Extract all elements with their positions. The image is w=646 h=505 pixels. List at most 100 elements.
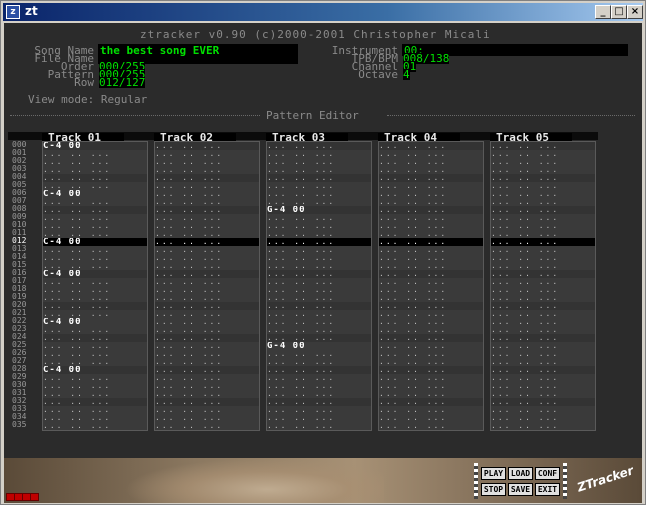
- pattern-cell[interactable]: ... .. ...: [267, 278, 371, 286]
- pattern-cell[interactable]: ... .. ...: [43, 198, 147, 206]
- pattern-cell[interactable]: ... .. ...: [155, 398, 259, 406]
- pattern-cell[interactable]: ... .. ...: [43, 382, 147, 390]
- pattern-cell[interactable]: ... .. ...: [491, 246, 595, 254]
- pattern-cell[interactable]: ... .. ...: [379, 166, 483, 174]
- pattern-cell[interactable]: ... .. ...: [43, 150, 147, 158]
- track-column-4[interactable]: ... .. ...... .. ...... .. ...... .. ...…: [378, 141, 484, 431]
- conf-button[interactable]: CONF: [535, 467, 560, 480]
- pattern-cell[interactable]: ... .. ...: [379, 286, 483, 294]
- pattern-cell[interactable]: ... .. ...: [379, 422, 483, 430]
- pattern-cell[interactable]: ... .. ...: [379, 350, 483, 358]
- pattern-cell[interactable]: ... .. ...: [155, 182, 259, 190]
- pattern-cell[interactable]: C-4 00: [43, 238, 147, 246]
- pattern-cell[interactable]: ... .. ...: [267, 198, 371, 206]
- pattern-cell[interactable]: ... .. ...: [155, 382, 259, 390]
- pattern-cell[interactable]: ... .. ...: [491, 166, 595, 174]
- pattern-cell[interactable]: ... .. ...: [491, 238, 595, 246]
- pattern-cell[interactable]: ... .. ...: [379, 358, 483, 366]
- pattern-cell[interactable]: ... .. ...: [43, 230, 147, 238]
- pattern-cell[interactable]: ... .. ...: [267, 270, 371, 278]
- pattern-cell[interactable]: ... .. ...: [379, 326, 483, 334]
- pattern-cell[interactable]: ... .. ...: [43, 206, 147, 214]
- pattern-cell[interactable]: ... .. ...: [379, 302, 483, 310]
- octave-value[interactable]: 4: [403, 69, 410, 80]
- pattern-cell[interactable]: ... .. ...: [491, 150, 595, 158]
- pattern-cell[interactable]: ... .. ...: [43, 414, 147, 422]
- pattern-cell[interactable]: ... .. ...: [155, 390, 259, 398]
- pattern-cell[interactable]: C-4 00: [43, 142, 147, 150]
- pattern-cell[interactable]: ... .. ...: [379, 158, 483, 166]
- pattern-cell[interactable]: ... .. ...: [43, 262, 147, 270]
- pattern-cell[interactable]: ... .. ...: [267, 238, 371, 246]
- pattern-cell[interactable]: ... .. ...: [155, 310, 259, 318]
- pattern-cell[interactable]: ... .. ...: [267, 150, 371, 158]
- pattern-cell[interactable]: ... .. ...: [267, 350, 371, 358]
- pattern-cell[interactable]: ... .. ...: [267, 302, 371, 310]
- pattern-cell[interactable]: ... .. ...: [267, 334, 371, 342]
- pattern-cell[interactable]: ... .. ...: [267, 310, 371, 318]
- pattern-cell[interactable]: ... .. ...: [379, 150, 483, 158]
- close-button[interactable]: ×: [627, 5, 643, 19]
- pattern-cell[interactable]: ... .. ...: [491, 294, 595, 302]
- pattern-cell[interactable]: ... .. ...: [155, 262, 259, 270]
- pattern-cell[interactable]: ... .. ...: [43, 342, 147, 350]
- track-column-5[interactable]: ... .. ...... .. ...... .. ...... .. ...…: [490, 141, 596, 431]
- pattern-cell[interactable]: ... .. ...: [379, 374, 483, 382]
- pattern-cell[interactable]: ... .. ...: [155, 366, 259, 374]
- title-bar[interactable]: z zt _ □ ×: [3, 3, 643, 21]
- pattern-cell[interactable]: ... .. ...: [491, 350, 595, 358]
- pattern-cell[interactable]: ... .. ...: [379, 246, 483, 254]
- pattern-cell[interactable]: ... .. ...: [491, 198, 595, 206]
- pattern-cell[interactable]: ... .. ...: [491, 254, 595, 262]
- track-column-3[interactable]: ... .. ...... .. ...... .. ...... .. ...…: [266, 141, 372, 431]
- pattern-cell[interactable]: C-4 00: [43, 190, 147, 198]
- pattern-cell[interactable]: ... .. ...: [267, 230, 371, 238]
- pattern-cell[interactable]: ... .. ...: [491, 334, 595, 342]
- load-button[interactable]: LOAD: [508, 467, 533, 480]
- pattern-cell[interactable]: ... .. ...: [379, 174, 483, 182]
- pattern-cell[interactable]: ... .. ...: [267, 182, 371, 190]
- pattern-cell[interactable]: ... .. ...: [267, 190, 371, 198]
- pattern-cell[interactable]: C-4 00: [43, 270, 147, 278]
- pattern-cell[interactable]: ... .. ...: [155, 414, 259, 422]
- pattern-cell[interactable]: ... .. ...: [379, 342, 483, 350]
- pattern-cell[interactable]: ... .. ...: [491, 222, 595, 230]
- track-column-2[interactable]: ... .. ...... .. ...... .. ...... .. ...…: [154, 141, 260, 431]
- pattern-cell[interactable]: ... .. ...: [491, 182, 595, 190]
- pattern-cell[interactable]: ... .. ...: [267, 262, 371, 270]
- minimize-button[interactable]: _: [595, 5, 611, 19]
- pattern-cell[interactable]: ... .. ...: [379, 182, 483, 190]
- pattern-cell[interactable]: ... .. ...: [491, 374, 595, 382]
- stop-button[interactable]: STOP: [481, 483, 506, 496]
- pattern-cell[interactable]: C-4 00: [43, 366, 147, 374]
- pattern-cell[interactable]: ... .. ...: [379, 206, 483, 214]
- save-button[interactable]: SAVE: [508, 483, 533, 496]
- pattern-cell[interactable]: ... .. ...: [43, 214, 147, 222]
- pattern-cell[interactable]: ... .. ...: [43, 350, 147, 358]
- pattern-cell[interactable]: ... .. ...: [491, 214, 595, 222]
- pattern-cell[interactable]: ... .. ...: [43, 182, 147, 190]
- pattern-cell[interactable]: ... .. ...: [43, 334, 147, 342]
- pattern-cell[interactable]: ... .. ...: [491, 414, 595, 422]
- pattern-cell[interactable]: ... .. ...: [43, 278, 147, 286]
- pattern-cell[interactable]: ... .. ...: [155, 374, 259, 382]
- pattern-cell[interactable]: ... .. ...: [155, 190, 259, 198]
- pattern-cell[interactable]: ... .. ...: [491, 190, 595, 198]
- pattern-cell[interactable]: ... .. ...: [379, 230, 483, 238]
- pattern-cell[interactable]: ... .. ...: [155, 350, 259, 358]
- pattern-cell[interactable]: ... .. ...: [379, 390, 483, 398]
- pattern-cell[interactable]: ... .. ...: [155, 166, 259, 174]
- pattern-cell[interactable]: ... .. ...: [155, 278, 259, 286]
- pattern-cell[interactable]: ... .. ...: [155, 246, 259, 254]
- pattern-cell[interactable]: ... .. ...: [43, 398, 147, 406]
- pattern-cell[interactable]: ... .. ...: [43, 166, 147, 174]
- pattern-cell[interactable]: G-4 00: [267, 342, 371, 350]
- pattern-cell[interactable]: ... .. ...: [43, 246, 147, 254]
- pattern-cell[interactable]: ... .. ...: [155, 286, 259, 294]
- pattern-cell[interactable]: ... .. ...: [491, 366, 595, 374]
- pattern-cell[interactable]: ... .. ...: [267, 166, 371, 174]
- pattern-cell[interactable]: ... .. ...: [267, 382, 371, 390]
- pattern-cell[interactable]: ... .. ...: [379, 310, 483, 318]
- pattern-cell[interactable]: ... .. ...: [155, 174, 259, 182]
- pattern-cell[interactable]: ... .. ...: [267, 366, 371, 374]
